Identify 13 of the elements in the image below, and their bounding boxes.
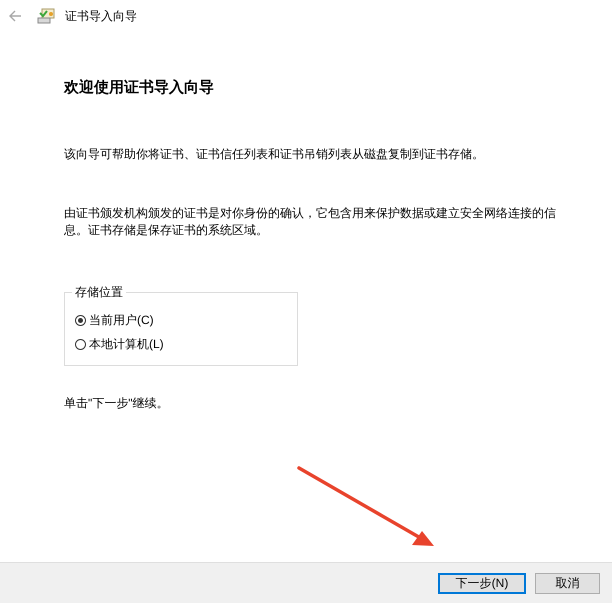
next-button[interactable]: 下一步(N) [438, 572, 526, 594]
wizard-heading: 欢迎使用证书导入向导 [64, 78, 215, 97]
radio-icon[interactable] [75, 338, 86, 350]
radio-icon[interactable] [75, 314, 86, 326]
description-text: 该向导可帮助你将证书、证书信任列表和证书吊销列表从磁盘复制到证书存储。 [64, 146, 485, 163]
certificate-icon [37, 8, 55, 24]
radio-option[interactable]: 当前用户(C) [75, 311, 287, 329]
radio-option[interactable]: 本地计算机(L) [75, 335, 287, 353]
cancel-button[interactable]: 取消 [535, 572, 600, 594]
description-text: 由证书颁发机构颁发的证书是对你身份的确认，它包含用来保护数据或建立安全网络连接的信息。证书存储是保存证书的系统区域。 [64, 205, 557, 239]
hint-text: 单击"下一步"继续。 [64, 395, 170, 412]
group-label: 存储位置 [74, 284, 124, 301]
window-title: 证书导入向导 [65, 8, 137, 24]
